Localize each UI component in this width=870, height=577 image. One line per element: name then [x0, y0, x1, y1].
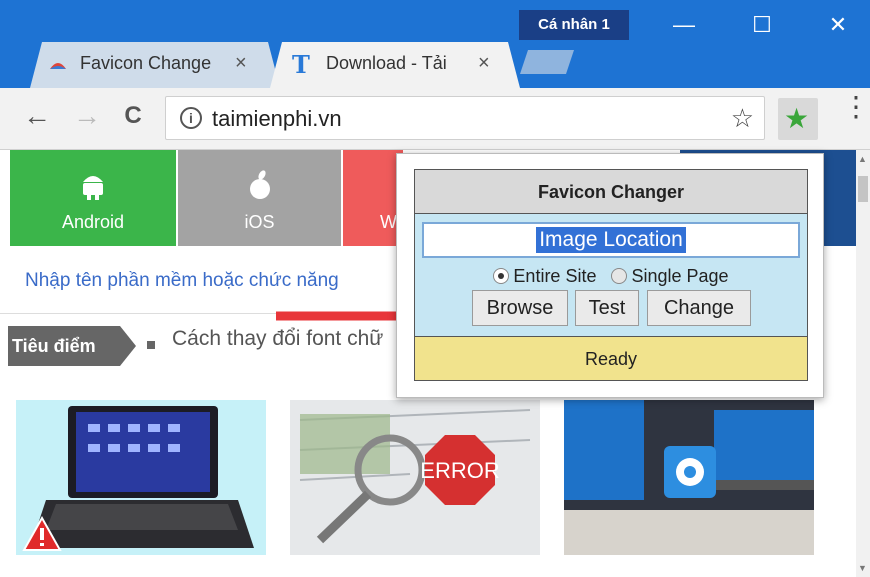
scope-radio-group: Entire Site Single Page: [415, 266, 807, 287]
test-button[interactable]: Test: [575, 290, 639, 326]
single-page-label: Single Page: [631, 266, 729, 286]
browser-window: Cá nhân 1 — ☐ ✕ Favicon Change × T Downl…: [0, 0, 870, 577]
popup-title: Favicon Changer: [415, 170, 807, 214]
browse-button[interactable]: Browse: [472, 290, 568, 326]
change-button[interactable]: Change: [647, 290, 751, 326]
image-location-input[interactable]: Image Location: [422, 222, 800, 258]
single-page-radio[interactable]: [611, 268, 628, 284]
popup-panel: Favicon Changer Image Location Entire Si…: [414, 169, 808, 381]
entire-site-radio[interactable]: [493, 268, 510, 284]
favicon-changer-popup: Favicon Changer Image Location Entire Si…: [396, 153, 824, 398]
entire-site-label: Entire Site: [513, 266, 597, 286]
image-location-value: Image Location: [536, 227, 686, 253]
status-bar: Ready: [415, 336, 807, 380]
